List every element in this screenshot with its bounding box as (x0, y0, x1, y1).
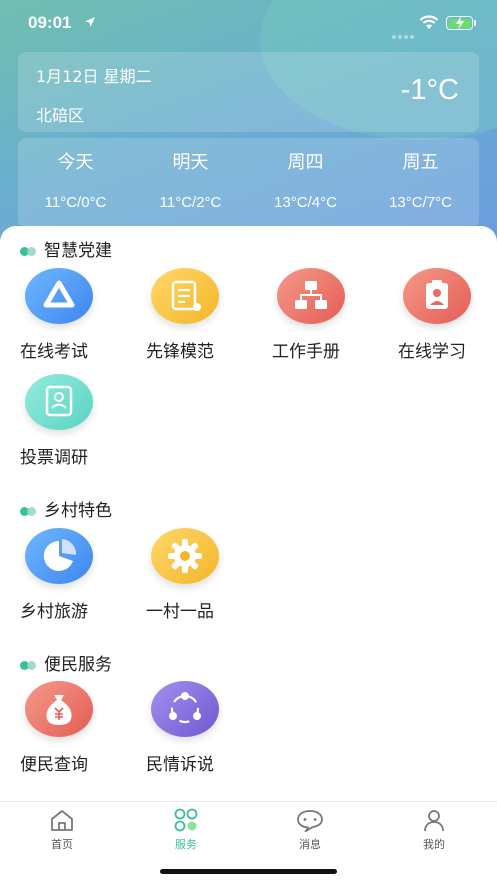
forecast-day: 周四 13°C/4°C (248, 138, 363, 228)
service-label: 在线学习 (398, 342, 466, 362)
service-rural-tourism[interactable]: 乡村旅游 (20, 528, 120, 628)
profile-icon (424, 810, 444, 832)
forecast-temp-range: 13°C/4°C (274, 194, 337, 211)
wifi-icon (419, 15, 439, 29)
document-gear-icon (151, 268, 219, 324)
weather-district: 北碚区 (36, 106, 85, 125)
survey-book-icon (25, 374, 93, 430)
forecast-day: 周五 13°C/7°C (363, 138, 478, 228)
forecast-day-name: 今天 (57, 152, 94, 173)
service-label: 民情诉说 (146, 755, 214, 775)
section-dots-icon (20, 246, 38, 256)
gear-icon (151, 528, 219, 584)
service-label: 工作手册 (272, 342, 340, 362)
workflow-icon (277, 268, 345, 324)
cellular-signal-icon (392, 24, 416, 43)
forecast-temp-range: 13°C/7°C (389, 194, 452, 211)
status-time: 09:01 (28, 13, 72, 32)
message-icon (297, 810, 323, 832)
share-icon (151, 681, 219, 737)
forecast-day-name: 周五 (402, 152, 439, 173)
section-title-smart-party: 智慧党建 (20, 236, 112, 261)
id-card-icon (403, 268, 471, 324)
home-indicator (160, 869, 337, 874)
status-bar: 09:01 (0, 0, 497, 48)
weather-header: 09:01 1月12日 星期二 北碚区 -1°C 今天 11°C/0°C 明天 … (0, 0, 497, 260)
forecast-day-name: 周四 (287, 152, 324, 173)
forecast-temp-range: 11°C/2°C (159, 194, 222, 211)
location-arrow-icon (85, 17, 95, 27)
service-label: 投票调研 (20, 448, 88, 468)
tab-home[interactable]: 首页 (27, 808, 97, 858)
tab-label: 首页 (51, 838, 73, 851)
tab-profile[interactable]: 我的 (399, 808, 469, 858)
service-label: 便民查询 (20, 755, 88, 775)
forecast-day: 今天 11°C/0°C (18, 138, 133, 228)
service-convenience-query[interactable]: 便民查询 (20, 681, 120, 781)
tab-label: 我的 (423, 838, 445, 851)
tab-label: 服务 (175, 838, 197, 851)
current-weather-card[interactable]: 1月12日 星期二 北碚区 -1°C (18, 52, 479, 132)
money-bag-icon (25, 681, 93, 737)
service-online-exam[interactable]: 在线考试 (20, 268, 120, 368)
current-temperature: -1°C (400, 74, 459, 106)
service-public-opinion[interactable]: 民情诉说 (146, 681, 246, 781)
service-vote-survey[interactable]: 投票调研 (20, 374, 120, 474)
service-label: 先锋模范 (146, 342, 214, 362)
exam-icon (25, 268, 93, 324)
tab-services[interactable]: 服务 (151, 808, 221, 858)
service-label: 乡村旅游 (20, 602, 88, 622)
service-pioneer-model[interactable]: 先锋模范 (146, 268, 246, 368)
charging-bolt-icon (455, 15, 464, 30)
battery-icon (446, 15, 473, 30)
service-online-learning[interactable]: 在线学习 (398, 268, 497, 368)
weather-date: 1月12日 星期二 (36, 67, 152, 86)
tab-messages[interactable]: 消息 (275, 808, 345, 858)
service-one-village-one-product[interactable]: 一村一品 (146, 528, 246, 628)
service-label: 在线考试 (20, 342, 88, 362)
service-work-manual[interactable]: 工作手册 (272, 268, 372, 368)
services-content: 智慧党建 在线考试 先锋模范 工作手册 在线学习 投票调研 乡村特色 乡村旅游 … (0, 226, 497, 801)
services-icon (174, 808, 198, 832)
home-icon (51, 810, 73, 831)
tab-label: 消息 (299, 838, 321, 851)
forecast-day: 明天 11°C/2°C (133, 138, 248, 228)
forecast-temp-range: 11°C/0°C (44, 194, 107, 211)
section-dots-icon (20, 506, 38, 516)
forecast-panel: 今天 11°C/0°C 明天 11°C/2°C 周四 13°C/4°C 周五 1… (18, 138, 479, 228)
service-label: 一村一品 (146, 602, 214, 622)
pie-chart-icon (25, 528, 93, 584)
section-title-convenience-services: 便民服务 (20, 650, 112, 675)
forecast-day-name: 明天 (172, 152, 209, 173)
section-title-rural-features: 乡村特色 (20, 496, 112, 521)
section-dots-icon (20, 660, 38, 670)
